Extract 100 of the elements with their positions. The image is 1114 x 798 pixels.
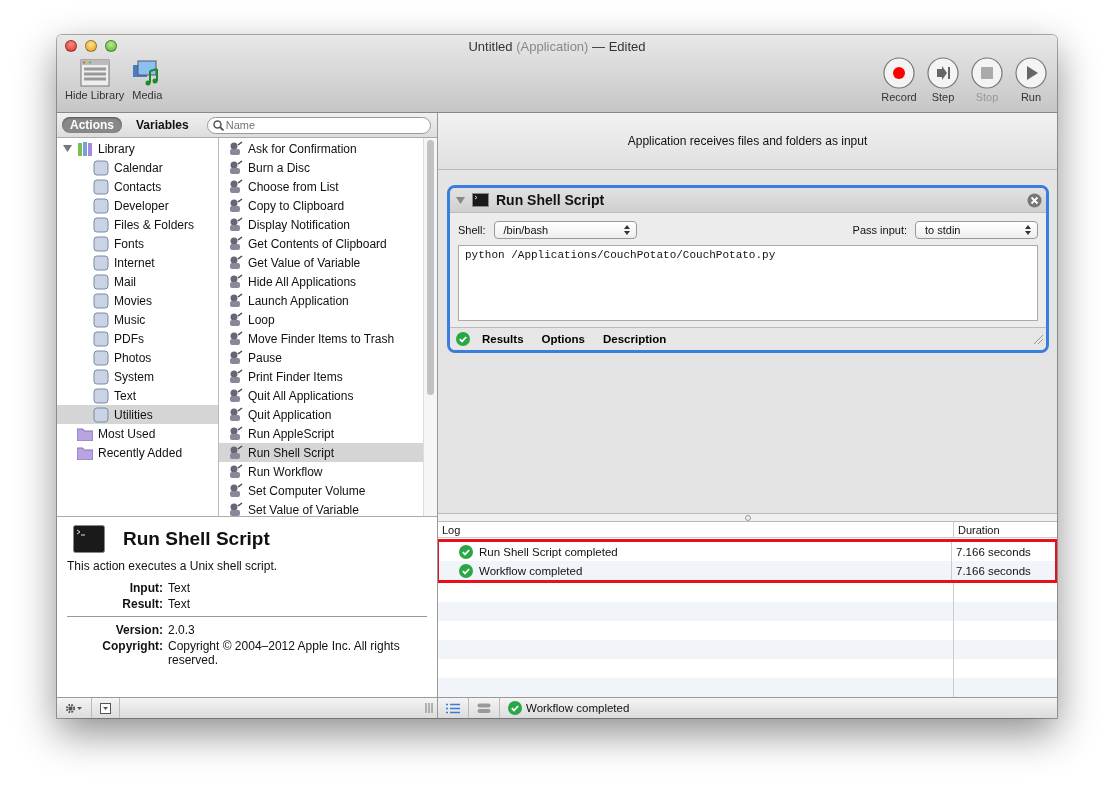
library-item[interactable]: Files & Folders [57, 215, 218, 234]
library-item[interactable]: Mail [57, 272, 218, 291]
category-icon [93, 178, 109, 195]
library-item[interactable]: Calendar [57, 158, 218, 177]
category-icon [93, 235, 109, 252]
robot-icon [227, 216, 243, 233]
log-message: Workflow completed [479, 564, 583, 577]
library-item[interactable]: Fonts [57, 234, 218, 253]
library-item[interactable]: Library [57, 139, 218, 158]
disclosure-triangle-icon[interactable] [63, 144, 72, 153]
action-item[interactable]: Launch Application [219, 291, 423, 310]
action-item[interactable]: Print Finder Items [219, 367, 423, 386]
scrollbar-thumb[interactable] [427, 140, 434, 395]
dropdown-box-icon [100, 702, 111, 714]
library-item[interactable]: Photos [57, 348, 218, 367]
toolbar-button[interactable]: Record [879, 57, 919, 105]
action-item[interactable]: Quit Application [219, 405, 423, 424]
search-icon [212, 119, 224, 131]
action-tab[interactable]: Description [597, 333, 673, 345]
shell-popup[interactable]: /bin/bash [493, 221, 637, 239]
library-tab[interactable]: Variables [128, 117, 197, 133]
zoom-button[interactable] [105, 40, 117, 52]
terminal-icon [73, 525, 105, 553]
updown-arrows-icon [623, 225, 630, 235]
minimize-button[interactable] [85, 40, 97, 52]
action-item[interactable]: Quit All Applications [219, 386, 423, 405]
stop-icon [971, 57, 1003, 89]
action-item[interactable]: Move Finder Items to Trash [219, 329, 423, 348]
action-item[interactable]: Set Value of Variable [219, 500, 423, 519]
action-item[interactable]: Run Shell Script [219, 443, 423, 462]
action-item[interactable]: Pause [219, 348, 423, 367]
action-item[interactable]: Get Contents of Clipboard [219, 234, 423, 253]
action-tab[interactable]: Results [476, 333, 530, 345]
action-tab[interactable]: Options [535, 333, 591, 345]
category-icon [93, 159, 109, 176]
library-item[interactable]: Developer [57, 196, 218, 215]
library-item[interactable]: Internet [57, 253, 218, 272]
action-item[interactable]: Hide All Applications [219, 272, 423, 291]
action-item[interactable]: Copy to Clipboard [219, 196, 423, 215]
robot-icon [227, 140, 243, 157]
action-title: Run Shell Script [123, 528, 270, 550]
library-item[interactable]: Contacts [57, 177, 218, 196]
category-icon [93, 349, 109, 366]
pass-input-popup[interactable]: to stdin [915, 221, 1038, 239]
robot-icon [227, 349, 243, 366]
field-value: Copyright © 2004–2012 Apple Inc. All rights reserved. [168, 639, 401, 667]
disclosure-triangle-icon[interactable] [456, 195, 465, 205]
library-item[interactable]: System [57, 367, 218, 386]
robot-icon [227, 406, 243, 423]
robot-icon [227, 311, 243, 328]
action-item[interactable]: Run Workflow [219, 462, 423, 481]
robot-icon [227, 387, 243, 404]
library-item[interactable]: Text [57, 386, 218, 405]
action-item[interactable]: Loop [219, 310, 423, 329]
library-window-icon [79, 59, 110, 87]
library-item[interactable]: Utilities [57, 405, 218, 424]
library-item[interactable]: Music [57, 310, 218, 329]
robot-icon [227, 273, 243, 290]
gear-icon [65, 702, 83, 714]
toolbar-button[interactable]: Media [130, 57, 165, 105]
close-icon[interactable] [1027, 192, 1042, 208]
log-duration: 7.166 seconds [955, 544, 1032, 560]
folder-icon [77, 426, 93, 441]
action-item[interactable]: Get Value of Variable [219, 253, 423, 272]
close-button[interactable] [65, 40, 77, 52]
toolbar-button[interactable]: Run [1011, 57, 1051, 105]
action-item[interactable]: Display Notification [219, 215, 423, 234]
robot-icon [227, 425, 243, 442]
column-header[interactable]: Duration [954, 522, 1057, 537]
action-item[interactable]: Ask for Confirmation [219, 139, 423, 158]
robot-icon [227, 178, 243, 195]
category-icon [93, 387, 109, 404]
resize-grip-icon[interactable] [1033, 334, 1043, 344]
log-message: Run Shell Script completed [479, 545, 618, 558]
field-label: Result: [121, 597, 163, 611]
library-tab[interactable]: Actions [62, 117, 122, 133]
category-icon [93, 311, 109, 328]
updown-arrows-icon [1025, 225, 1031, 235]
resize-grip-icon[interactable] [425, 703, 433, 713]
field-value: Text [168, 597, 191, 611]
workflow-input-banner: Application receives files and folders as input [438, 113, 1057, 170]
library-item[interactable]: Recently Added [57, 443, 218, 462]
action-title: Run Shell Script [496, 192, 605, 208]
checkmark-icon [456, 332, 470, 346]
action-item[interactable]: Choose from List [219, 177, 423, 196]
action-item[interactable]: Burn a Disc [219, 158, 423, 177]
search-field[interactable]: Name [206, 116, 431, 134]
library-item[interactable]: PDFs [57, 329, 218, 348]
action-item[interactable]: Run AppleScript [219, 424, 423, 443]
toolbar-button[interactable]: Step [923, 57, 963, 105]
books-icon [77, 140, 93, 157]
library-item[interactable]: Movies [57, 291, 218, 310]
action-item[interactable]: Set Computer Volume [219, 481, 423, 500]
toolbar-button[interactable]: Hide Library [63, 57, 127, 105]
library-item[interactable]: Most Used [57, 424, 218, 443]
stacked-bars-icon [477, 702, 491, 714]
robot-icon [227, 330, 243, 347]
column-header[interactable]: Log [438, 522, 954, 537]
script-editor[interactable]: python /Applications/CouchPotato/CouchPotato.py [458, 245, 1038, 321]
category-icon [93, 292, 109, 309]
